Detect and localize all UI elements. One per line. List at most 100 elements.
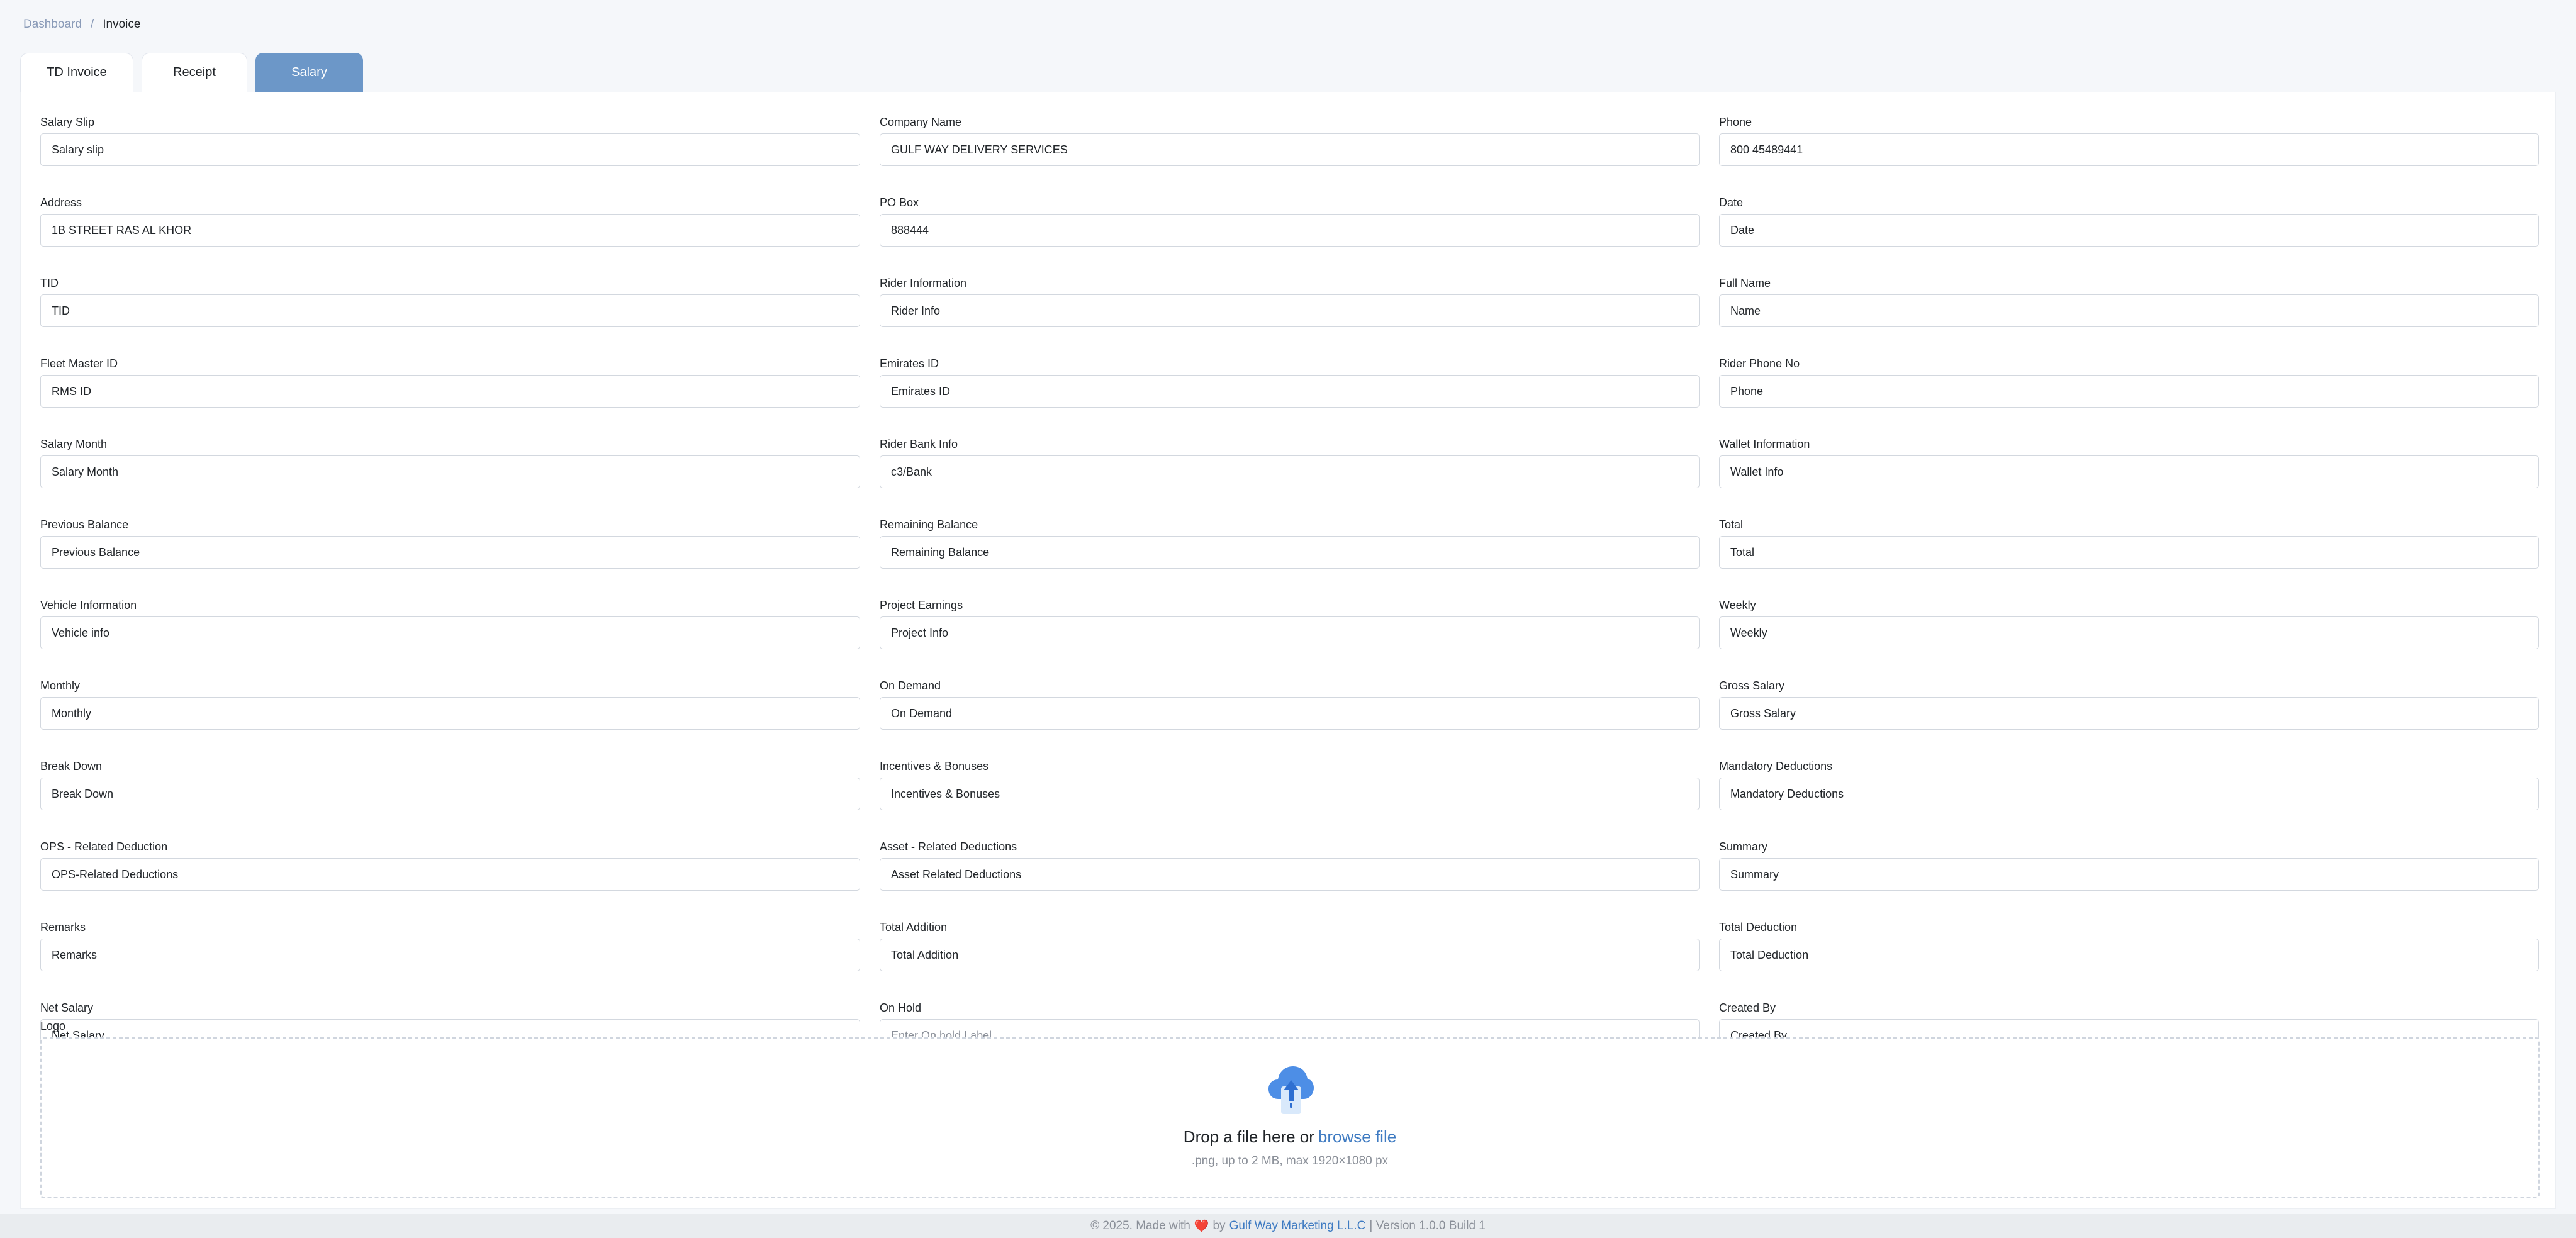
field-asset-related-deductions: Asset - Related Deductions: [880, 840, 1700, 891]
company-name-input[interactable]: [880, 133, 1700, 166]
ops-related-deduction-input[interactable]: [40, 858, 860, 891]
full-name-input[interactable]: [1719, 294, 2539, 327]
salary-form-card: Salary Slip Company Name Phone Address PO Bo…: [20, 92, 2556, 1209]
project-earnings-label: Project Earnings: [880, 599, 963, 611]
total-addition-label: Total Addition: [880, 921, 948, 934]
tid-input[interactable]: [40, 294, 860, 327]
field-wallet-information: Wallet Information: [1719, 438, 2539, 488]
net-salary-label: Net Salary: [40, 1001, 94, 1014]
heart-icon: ❤️: [1194, 1220, 1209, 1233]
address-label: Address: [40, 196, 82, 209]
dropzone-instructions: Drop a file here or browse file: [42, 1127, 2538, 1147]
remarks-input[interactable]: [40, 939, 860, 971]
weekly-label: Weekly: [1719, 599, 1756, 611]
fleet-master-id-input[interactable]: [40, 375, 860, 408]
mandatory-deductions-input[interactable]: [1719, 778, 2539, 810]
date-label: Date: [1719, 196, 1744, 209]
field-rider-bank-info: Rider Bank Info: [880, 438, 1700, 488]
tab-receipt[interactable]: Receipt: [142, 53, 247, 92]
salary-month-label: Salary Month: [40, 438, 108, 450]
phone-input[interactable]: [1719, 133, 2539, 166]
gross-salary-label: Gross Salary: [1719, 679, 1785, 692]
asset-related-deductions-input[interactable]: [880, 858, 1700, 891]
field-fleet-master-id: Fleet Master ID: [40, 357, 860, 408]
rider-phone-no-input[interactable]: [1719, 375, 2539, 408]
field-total-addition: Total Addition: [880, 921, 1700, 971]
rider-bank-info-input[interactable]: [880, 455, 1700, 488]
total-deduction-input[interactable]: [1719, 939, 2539, 971]
tid-label: TID: [40, 277, 59, 289]
monthly-input[interactable]: [40, 697, 860, 730]
breadcrumb-separator: /: [90, 18, 94, 31]
field-summary: Summary: [1719, 840, 2539, 891]
emirates-id-input[interactable]: [880, 375, 1700, 408]
created-by-label: Created By: [1719, 1001, 1776, 1014]
field-tid: TID: [40, 277, 860, 327]
vehicle-information-input[interactable]: [40, 616, 860, 649]
salary-slip-input[interactable]: [40, 133, 860, 166]
field-salary-slip: Salary Slip: [40, 116, 860, 166]
remaining-balance-input[interactable]: [880, 536, 1700, 569]
footer-version: | Version 1.0.0 Build 1: [1369, 1219, 1486, 1232]
po-box-input[interactable]: [880, 214, 1700, 247]
po-box-label: PO Box: [880, 196, 919, 209]
field-weekly: Weekly: [1719, 599, 2539, 649]
total-deduction-label: Total Deduction: [1719, 921, 1798, 934]
field-incentives-bonuses: Incentives & Bonuses: [880, 760, 1700, 810]
weekly-input[interactable]: [1719, 616, 2539, 649]
wallet-information-label: Wallet Information: [1719, 438, 1810, 450]
field-full-name: Full Name: [1719, 277, 2539, 327]
on-demand-label: On Demand: [880, 679, 941, 692]
field-monthly: Monthly: [40, 679, 860, 730]
wallet-information-input[interactable]: [1719, 455, 2539, 488]
incentives-bonuses-label: Incentives & Bonuses: [880, 760, 989, 772]
breadcrumb-current: Invoice: [103, 18, 141, 31]
field-date: Date: [1719, 196, 2539, 247]
breadcrumb-dashboard-link[interactable]: Dashboard: [23, 18, 82, 31]
address-input[interactable]: [40, 214, 860, 247]
project-earnings-input[interactable]: [880, 616, 1700, 649]
previous-balance-input[interactable]: [40, 536, 860, 569]
field-company-name: Company Name: [880, 116, 1700, 166]
field-previous-balance: Previous Balance: [40, 518, 860, 569]
field-rider-information: Rider Information: [880, 277, 1700, 327]
field-total: Total: [1719, 518, 2539, 569]
date-input[interactable]: [1719, 214, 2539, 247]
rider-phone-no-label: Rider Phone No: [1719, 357, 1800, 370]
field-break-down: Break Down: [40, 760, 860, 810]
breadcrumb: Dashboard / Invoice: [23, 18, 140, 31]
field-on-demand: On Demand: [880, 679, 1700, 730]
total-input[interactable]: [1719, 536, 2539, 569]
gross-salary-input[interactable]: [1719, 697, 2539, 730]
field-vehicle-information: Vehicle Information: [40, 599, 860, 649]
monthly-label: Monthly: [40, 679, 81, 692]
drop-text: Drop a file here or: [1183, 1127, 1314, 1146]
footer-by: by: [1212, 1219, 1226, 1232]
logo-dropzone[interactable]: Drop a file here or browse file .png, up …: [40, 1037, 2540, 1198]
rider-bank-info-label: Rider Bank Info: [880, 438, 958, 450]
company-name-label: Company Name: [880, 116, 962, 128]
footer-company-link[interactable]: Gulf Way Marketing L.L.C: [1229, 1219, 1366, 1233]
summary-label: Summary: [1719, 840, 1768, 853]
on-demand-input[interactable]: [880, 697, 1700, 730]
salary-month-input[interactable]: [40, 455, 860, 488]
salary-form-grid: Salary Slip Company Name Phone Address PO Bo…: [40, 116, 2540, 1132]
emirates-id-label: Emirates ID: [880, 357, 939, 370]
break-down-input[interactable]: [40, 778, 860, 810]
tab-salary[interactable]: Salary: [255, 53, 363, 92]
incentives-bonuses-input[interactable]: [880, 778, 1700, 810]
field-project-earnings: Project Earnings: [880, 599, 1700, 649]
on-hold-label: On Hold: [880, 1001, 922, 1014]
logo-label: Logo: [40, 1020, 66, 1032]
browse-file-link[interactable]: browse file: [1318, 1127, 1396, 1146]
field-phone: Phone: [1719, 116, 2539, 166]
tab-td-invoice[interactable]: TD Invoice: [20, 53, 133, 92]
remaining-balance-label: Remaining Balance: [880, 518, 978, 531]
rider-information-label: Rider Information: [880, 277, 967, 289]
asset-related-deductions-label: Asset - Related Deductions: [880, 840, 1017, 853]
total-addition-input[interactable]: [880, 939, 1700, 971]
field-ops-related-deduction: OPS - Related Deduction: [40, 840, 860, 891]
summary-input[interactable]: [1719, 858, 2539, 891]
rider-information-input[interactable]: [880, 294, 1700, 327]
field-address: Address: [40, 196, 860, 247]
